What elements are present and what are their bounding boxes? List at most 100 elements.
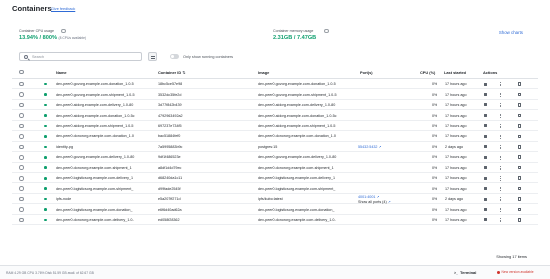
more-actions-icon[interactable] — [500, 197, 502, 202]
stop-icon[interactable] — [484, 124, 487, 128]
column-header-cpu[interactable]: CPU (%) — [420, 70, 435, 75]
trash-icon[interactable] — [518, 124, 521, 128]
trash-icon[interactable] — [518, 197, 521, 201]
table-row[interactable]: dev-peer0.govorg.example.com-delivery_1.… — [12, 152, 538, 163]
row-checkbox[interactable] — [19, 165, 24, 171]
trash-icon[interactable] — [518, 113, 521, 118]
more-actions-icon[interactable] — [500, 124, 502, 129]
container-image[interactable]: ipfs/kubo:latest — [258, 197, 358, 201]
memory-info-icon[interactable] — [324, 28, 329, 33]
container-name[interactable]: dev-peer0.govorg.example.com-delivery_1.… — [56, 155, 154, 159]
more-actions-icon[interactable] — [500, 134, 502, 139]
table-row[interactable]: dev-peer0.donororg.example.com-shipment_… — [12, 163, 538, 174]
new-version-notice[interactable]: New version available — [497, 270, 534, 274]
container-name[interactable]: dev-peer0.donororg.example.com-shipment_… — [56, 166, 154, 170]
row-checkbox[interactable] — [19, 123, 24, 129]
more-actions-icon[interactable] — [500, 176, 502, 181]
container-image[interactable]: dev-peer0.govorg.example.com-delivery_1.… — [258, 155, 358, 159]
table-row[interactable]: dev-peer0.aidorg.example.com-delivery_1.… — [12, 100, 538, 111]
show-charts-link[interactable]: Show charts — [499, 30, 523, 35]
column-options-button[interactable] — [148, 52, 157, 61]
container-image[interactable]: dev-peer0.aidorg.example.com-donation_1.… — [258, 114, 358, 118]
row-checkbox[interactable] — [19, 134, 24, 139]
more-actions-icon[interactable] — [500, 92, 502, 97]
trash-icon[interactable] — [518, 134, 521, 139]
more-actions-icon[interactable] — [500, 218, 502, 223]
table-row[interactable]: ipfs-node e5a207ff271d ipfs/kubo:latest 400… — [12, 194, 538, 205]
column-header-ports[interactable]: Port(s) — [360, 70, 373, 75]
more-actions-icon[interactable] — [500, 82, 502, 87]
container-name[interactable]: dev-peer0.govorg.example.com-donation_1.… — [56, 82, 154, 86]
more-actions-icon[interactable] — [500, 145, 502, 150]
show-all-ports-link[interactable]: Show all ports (4) ↗ — [358, 200, 391, 204]
table-row[interactable]: dev-peer0.govorg.example.com-donation_1.… — [12, 79, 538, 90]
container-image[interactable]: dev-peer0.logisticsorg.example.com-shipm… — [258, 187, 358, 191]
row-checkbox[interactable] — [19, 207, 24, 212]
row-checkbox[interactable] — [19, 196, 24, 202]
stop-icon[interactable] — [484, 103, 487, 107]
stop-icon[interactable] — [484, 197, 487, 201]
container-name[interactable]: identity-pg — [56, 145, 154, 149]
more-actions-icon[interactable] — [500, 186, 502, 191]
table-row[interactable]: dev-peer0.aidorg.example.com-donation_1.… — [12, 110, 538, 121]
trash-icon[interactable] — [518, 92, 521, 97]
table-row[interactable]: dev-peer0.logisticsorg.example.com-donat… — [12, 204, 538, 215]
container-name[interactable]: dev-peer0.donororg.example.com-delivery_… — [56, 218, 154, 222]
trash-icon[interactable] — [518, 155, 521, 160]
trash-icon[interactable] — [518, 82, 521, 86]
stop-icon[interactable] — [484, 187, 487, 191]
more-actions-icon[interactable] — [500, 103, 502, 108]
container-name[interactable]: dev-peer0.aidorg.example.com-shipment_1.… — [56, 124, 154, 128]
row-checkbox[interactable] — [19, 81, 24, 87]
container-name[interactable]: dev-peer0.donororg.example.com-donation_… — [56, 134, 154, 138]
container-name[interactable]: dev-peer0.aidorg.example.com-delivery_1.… — [56, 103, 154, 107]
container-image[interactable]: dev-peer0.aidorg.example.com-delivery_1.… — [258, 103, 358, 107]
trash-icon[interactable] — [518, 207, 521, 212]
terminal-button[interactable]: >_ Terminal — [454, 270, 476, 275]
container-image[interactable]: dev-peer0.logisticsorg.example.com-donat… — [258, 208, 358, 212]
stop-icon[interactable] — [484, 113, 487, 117]
container-image[interactable]: dev-peer0.donororg.example.com-shipment_… — [258, 166, 358, 170]
more-actions-icon[interactable] — [500, 207, 502, 212]
table-row[interactable]: dev-peer0.aidorg.example.com-shipment_1.… — [12, 121, 538, 132]
container-image[interactable]: dev-peer0.logisticsorg.example.com-deliv… — [258, 176, 358, 180]
container-image[interactable]: dev-peer0.aidorg.example.com-shipment_1.… — [258, 124, 358, 128]
row-checkbox[interactable] — [19, 217, 24, 223]
row-checkbox[interactable] — [19, 102, 24, 108]
trash-icon[interactable] — [518, 176, 521, 180]
stop-icon[interactable] — [484, 134, 487, 138]
container-image[interactable]: postgres:15 — [258, 145, 358, 149]
column-header-image[interactable]: Image — [258, 70, 269, 75]
container-name[interactable]: dev-peer0.logisticsorg.example.com-shipm… — [56, 187, 154, 191]
row-checkbox[interactable] — [19, 155, 24, 160]
row-checkbox[interactable] — [19, 113, 24, 118]
container-name[interactable]: dev-peer0.aidorg.example.com-donation_1.… — [56, 114, 154, 118]
select-all-checkbox[interactable] — [19, 69, 24, 75]
table-row[interactable]: dev-peer0.logisticsorg.example.com-shipm… — [12, 184, 538, 194]
column-header-name[interactable]: Name — [56, 70, 67, 75]
table-row[interactable]: dev-peer0.govorg.example.com-shipment_1.… — [12, 89, 538, 100]
more-actions-icon[interactable] — [500, 155, 502, 160]
row-checkbox[interactable] — [19, 186, 24, 191]
row-checkbox[interactable] — [19, 144, 24, 150]
search-input[interactable] — [32, 53, 138, 61]
stop-icon[interactable] — [484, 82, 487, 86]
container-image[interactable]: dev-peer0.donororg.example.com-delivery_… — [258, 218, 358, 222]
container-image[interactable]: dev-peer0.donororg.example.com-donation_… — [258, 134, 358, 138]
column-header-last-started[interactable]: Last started — [444, 70, 466, 75]
port-mapping-link[interactable]: 55432:5432 ↗ — [358, 145, 382, 149]
trash-icon[interactable] — [518, 103, 521, 107]
trash-icon[interactable] — [518, 144, 521, 149]
running-only-toggle[interactable] — [170, 54, 179, 59]
trash-icon[interactable] — [518, 165, 521, 170]
more-actions-icon[interactable] — [500, 113, 502, 118]
stop-icon[interactable] — [484, 145, 487, 149]
give-feedback-link[interactable]: Give feedback — [51, 7, 75, 11]
search-box[interactable] — [19, 52, 142, 61]
row-checkbox[interactable] — [19, 175, 24, 181]
table-row[interactable]: dev-peer0.donororg.example.com-donation_… — [12, 131, 538, 142]
container-name[interactable]: dev-peer0.govorg.example.com-shipment_1.… — [56, 93, 154, 97]
trash-icon[interactable] — [518, 218, 521, 222]
port-mapping-link[interactable]: 4001:4001 ↗ — [358, 195, 379, 199]
container-name[interactable]: dev-peer0.logisticsorg.example.com-donat… — [56, 208, 154, 212]
